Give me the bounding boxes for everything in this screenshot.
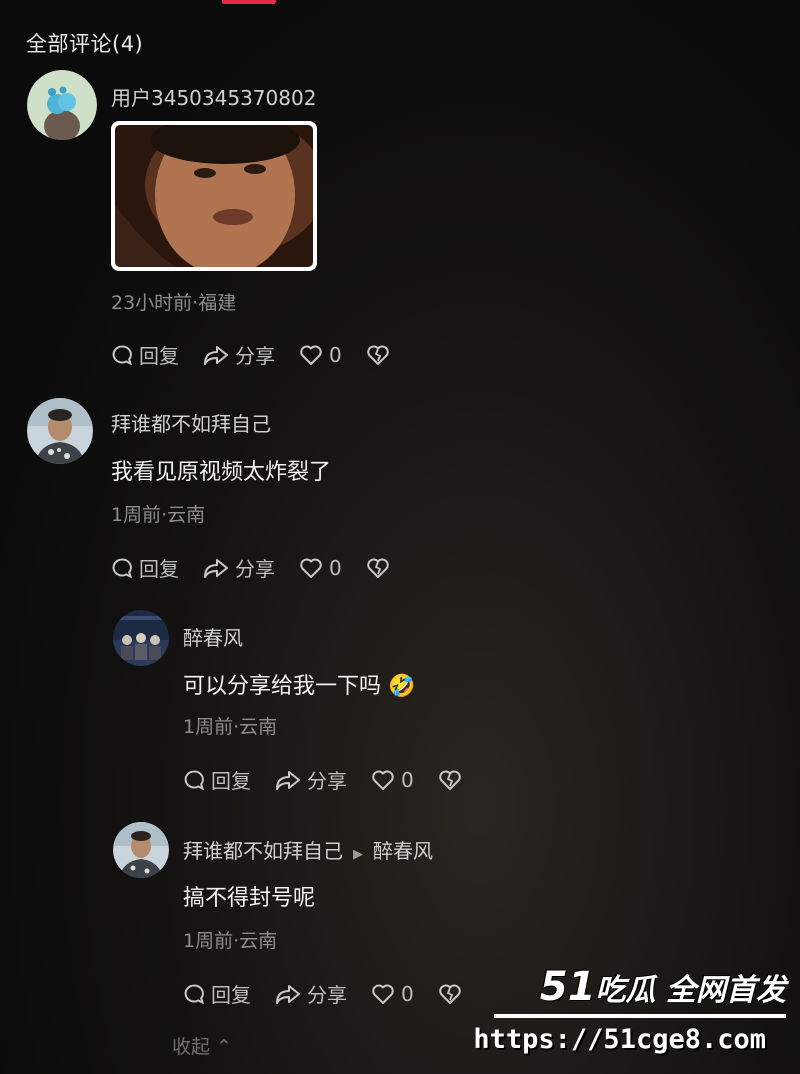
reply-button[interactable]: 回复 — [183, 765, 251, 794]
watermark-brand-text: 吃瓜 全网首发 — [595, 973, 786, 1008]
broken-heart-icon — [438, 984, 461, 1004]
share-label: 分享 — [235, 344, 275, 368]
share-button[interactable]: 分享 — [203, 553, 275, 582]
like-button[interactable]: 0 — [299, 343, 342, 367]
watermark-url: https://51cge8.com — [473, 1024, 766, 1055]
comment-bubble-icon — [184, 770, 205, 790]
share-button[interactable]: 分享 — [203, 340, 275, 369]
reply-label: 回复 — [139, 344, 179, 368]
active-tab-indicator — [222, 0, 276, 4]
share-arrow-icon — [276, 984, 300, 1004]
broken-heart-icon — [366, 558, 389, 578]
comment-meta: 23小时前·福建 — [111, 292, 237, 314]
avatar[interactable] — [27, 398, 93, 464]
comment-bubble-icon — [112, 345, 133, 365]
collapse-replies-button[interactable]: 收起 ⌃ — [172, 1032, 232, 1059]
share-button[interactable]: 分享 — [275, 765, 347, 794]
reply-button[interactable]: 回复 — [183, 979, 251, 1008]
watermark-divider — [494, 1014, 786, 1018]
reply-button[interactable]: 回复 — [111, 340, 179, 369]
comment-actions: 回复 分享 0 — [183, 979, 462, 1008]
reply-label: 回复 — [211, 769, 251, 793]
reply-author[interactable]: 拜谁都不如拜自己 — [183, 839, 343, 863]
comment-username[interactable]: 拜谁都不如拜自己 — [111, 408, 271, 437]
reply-to-arrow-icon: ▶ — [353, 847, 363, 862]
avatar[interactable] — [27, 70, 97, 140]
watermark-brand-number: 51 — [539, 964, 596, 1010]
comment-image[interactable] — [111, 121, 317, 271]
share-label: 分享 — [307, 983, 347, 1007]
reply-label: 回复 — [211, 983, 251, 1007]
heart-icon — [300, 345, 322, 365]
share-button[interactable]: 分享 — [275, 979, 347, 1008]
like-button[interactable]: 0 — [299, 556, 342, 580]
comment-bubble-icon — [184, 984, 205, 1004]
dislike-button[interactable] — [438, 983, 462, 1005]
avatar[interactable] — [113, 610, 169, 666]
chevron-up-icon: ⌃ — [210, 1036, 232, 1058]
heart-icon — [300, 558, 322, 578]
comment-username[interactable]: 醉春风 — [183, 622, 243, 651]
dislike-button[interactable] — [366, 557, 390, 579]
like-button[interactable]: 0 — [371, 982, 414, 1006]
comment-actions: 回复 分享 0 — [111, 340, 390, 369]
like-count: 0 — [401, 981, 414, 1006]
comment-actions: 回复 分享 0 — [183, 765, 462, 794]
comment-meta: 1周前·云南 — [183, 716, 278, 738]
reply-target[interactable]: 醉春风 — [373, 839, 433, 863]
like-count: 0 — [329, 555, 342, 580]
share-arrow-icon — [204, 558, 228, 578]
share-arrow-icon — [276, 770, 300, 790]
dislike-button[interactable] — [366, 344, 390, 366]
comment-text-body: 可以分享给我一下吗 — [183, 674, 382, 699]
broken-heart-icon — [366, 345, 389, 365]
reply-label: 回复 — [139, 557, 179, 581]
collapse-label: 收起 — [172, 1036, 211, 1058]
share-label: 分享 — [235, 557, 275, 581]
dislike-button[interactable] — [438, 769, 462, 791]
watermark: 51吃瓜 全网首发 https://51cge8.com — [473, 962, 794, 1062]
like-button[interactable]: 0 — [371, 768, 414, 792]
comment-meta: 1周前·云南 — [111, 504, 206, 526]
comment-text: 我看见原视频太炸裂了 — [111, 460, 332, 485]
share-arrow-icon — [204, 345, 228, 365]
comment-text: 可以分享给我一下吗 🤣 — [183, 668, 415, 700]
comment-username[interactable]: 用户3450345370802 — [111, 82, 316, 111]
comment-actions: 回复 分享 0 — [111, 553, 390, 582]
like-count: 0 — [329, 342, 342, 367]
comment-text: 搞不得封号呢 — [183, 886, 316, 911]
heart-icon — [372, 770, 394, 790]
comment-bubble-icon — [112, 558, 133, 578]
share-label: 分享 — [307, 769, 347, 793]
broken-heart-icon — [438, 770, 461, 790]
avatar[interactable] — [113, 822, 169, 878]
heart-icon — [372, 984, 394, 1004]
laughing-emoji: 🤣 — [388, 674, 416, 699]
watermark-brand: 51吃瓜 全网首发 — [540, 964, 786, 1010]
comments-title: 全部评论(4) — [26, 32, 144, 56]
comment-username: 拜谁都不如拜自己 ▶ 醉春风 — [183, 835, 433, 864]
comment-meta: 1周前·云南 — [183, 930, 278, 952]
like-count: 0 — [401, 767, 414, 792]
reply-button[interactable]: 回复 — [111, 553, 179, 582]
